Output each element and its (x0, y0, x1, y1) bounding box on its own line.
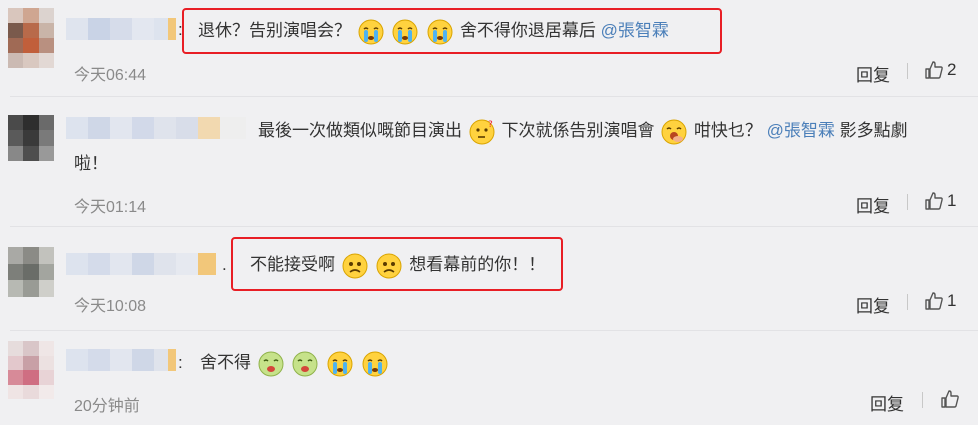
comment-text: 最後一次做類似嘅節目演出 ? 下次就係告别演唱會 咁快乜？ @張智霖 影多點劇 (258, 117, 958, 145)
avatar[interactable] (8, 341, 54, 399)
timestamp: 今天10:08 (74, 298, 147, 315)
divider (907, 294, 908, 310)
svg-text:?: ? (488, 120, 493, 130)
comment-prefix: : (178, 353, 183, 372)
hugging-emoji (258, 351, 284, 377)
reply-button[interactable]: 回复 (856, 61, 890, 86)
mention-link[interactable]: @張智霖 (767, 121, 835, 140)
username-blurred[interactable] (66, 117, 246, 139)
username-blurred[interactable] (66, 253, 216, 275)
reply-button[interactable]: 回复 (856, 292, 890, 317)
comment-item: : 舍不得 20分钟前 回复 (0, 331, 978, 425)
highlight-box (231, 237, 563, 291)
like-button[interactable]: 2 (924, 60, 956, 80)
comment-item: 最後一次做類似嘅節目演出 ? 下次就係告别演唱會 咁快乜？ @張智霖 影多點劇 … (0, 97, 978, 225)
divider (907, 194, 908, 210)
crying-emoji (327, 351, 353, 377)
avatar[interactable] (8, 115, 54, 161)
like-count: 2 (947, 60, 957, 79)
crying-emoji (362, 351, 388, 377)
comment-text-part: 最後一次做類似嘅節目演出 (258, 121, 462, 140)
comment-text-part: 舍不得 (200, 353, 251, 372)
avatar[interactable] (8, 247, 54, 297)
divider (907, 63, 908, 79)
like-count: 1 (947, 191, 957, 210)
comment-text-part: 影多點劇 (839, 121, 908, 140)
timestamp: 今天06:44 (74, 67, 147, 84)
thinking-emoji: ? (469, 119, 495, 145)
like-button[interactable]: 1 (924, 291, 956, 311)
comment-text-wrap: 啦！ (74, 154, 108, 173)
reply-button[interactable]: 回复 (870, 390, 904, 415)
yawning-emoji (661, 119, 687, 145)
like-button[interactable]: 1 (924, 191, 956, 211)
thumbs-up-icon (925, 192, 943, 210)
comment-prefix: . (222, 255, 227, 274)
timestamp: 今天01:14 (74, 199, 147, 216)
avatar[interactable] (8, 8, 54, 68)
like-count: 1 (947, 291, 957, 310)
reply-button[interactable]: 回复 (856, 192, 890, 217)
like-button[interactable] (940, 389, 960, 409)
timestamp: 20分钟前 (74, 398, 140, 415)
hugging-emoji (292, 351, 318, 377)
username-blurred[interactable] (66, 18, 176, 40)
comment-text: 舍不得 (200, 349, 390, 377)
comment-item: . 不能接受啊 想看幕前的你！！ 今天10:08 回复 1 (0, 227, 978, 329)
thumbs-up-icon (941, 390, 959, 408)
thumbs-up-icon (925, 292, 943, 310)
thumbs-up-icon (925, 61, 943, 79)
comment-item: : 退休？告别演唱会？ 舍不得你退居幕后 @張智霖 今天06:44 回复 2 (0, 0, 978, 95)
divider (922, 392, 923, 408)
highlight-box (182, 8, 722, 54)
username-blurred[interactable] (66, 349, 176, 371)
comment-text-part: 咁快乜？ (693, 121, 762, 140)
comment-text-part: 下次就係告别演唱會 (501, 121, 655, 140)
